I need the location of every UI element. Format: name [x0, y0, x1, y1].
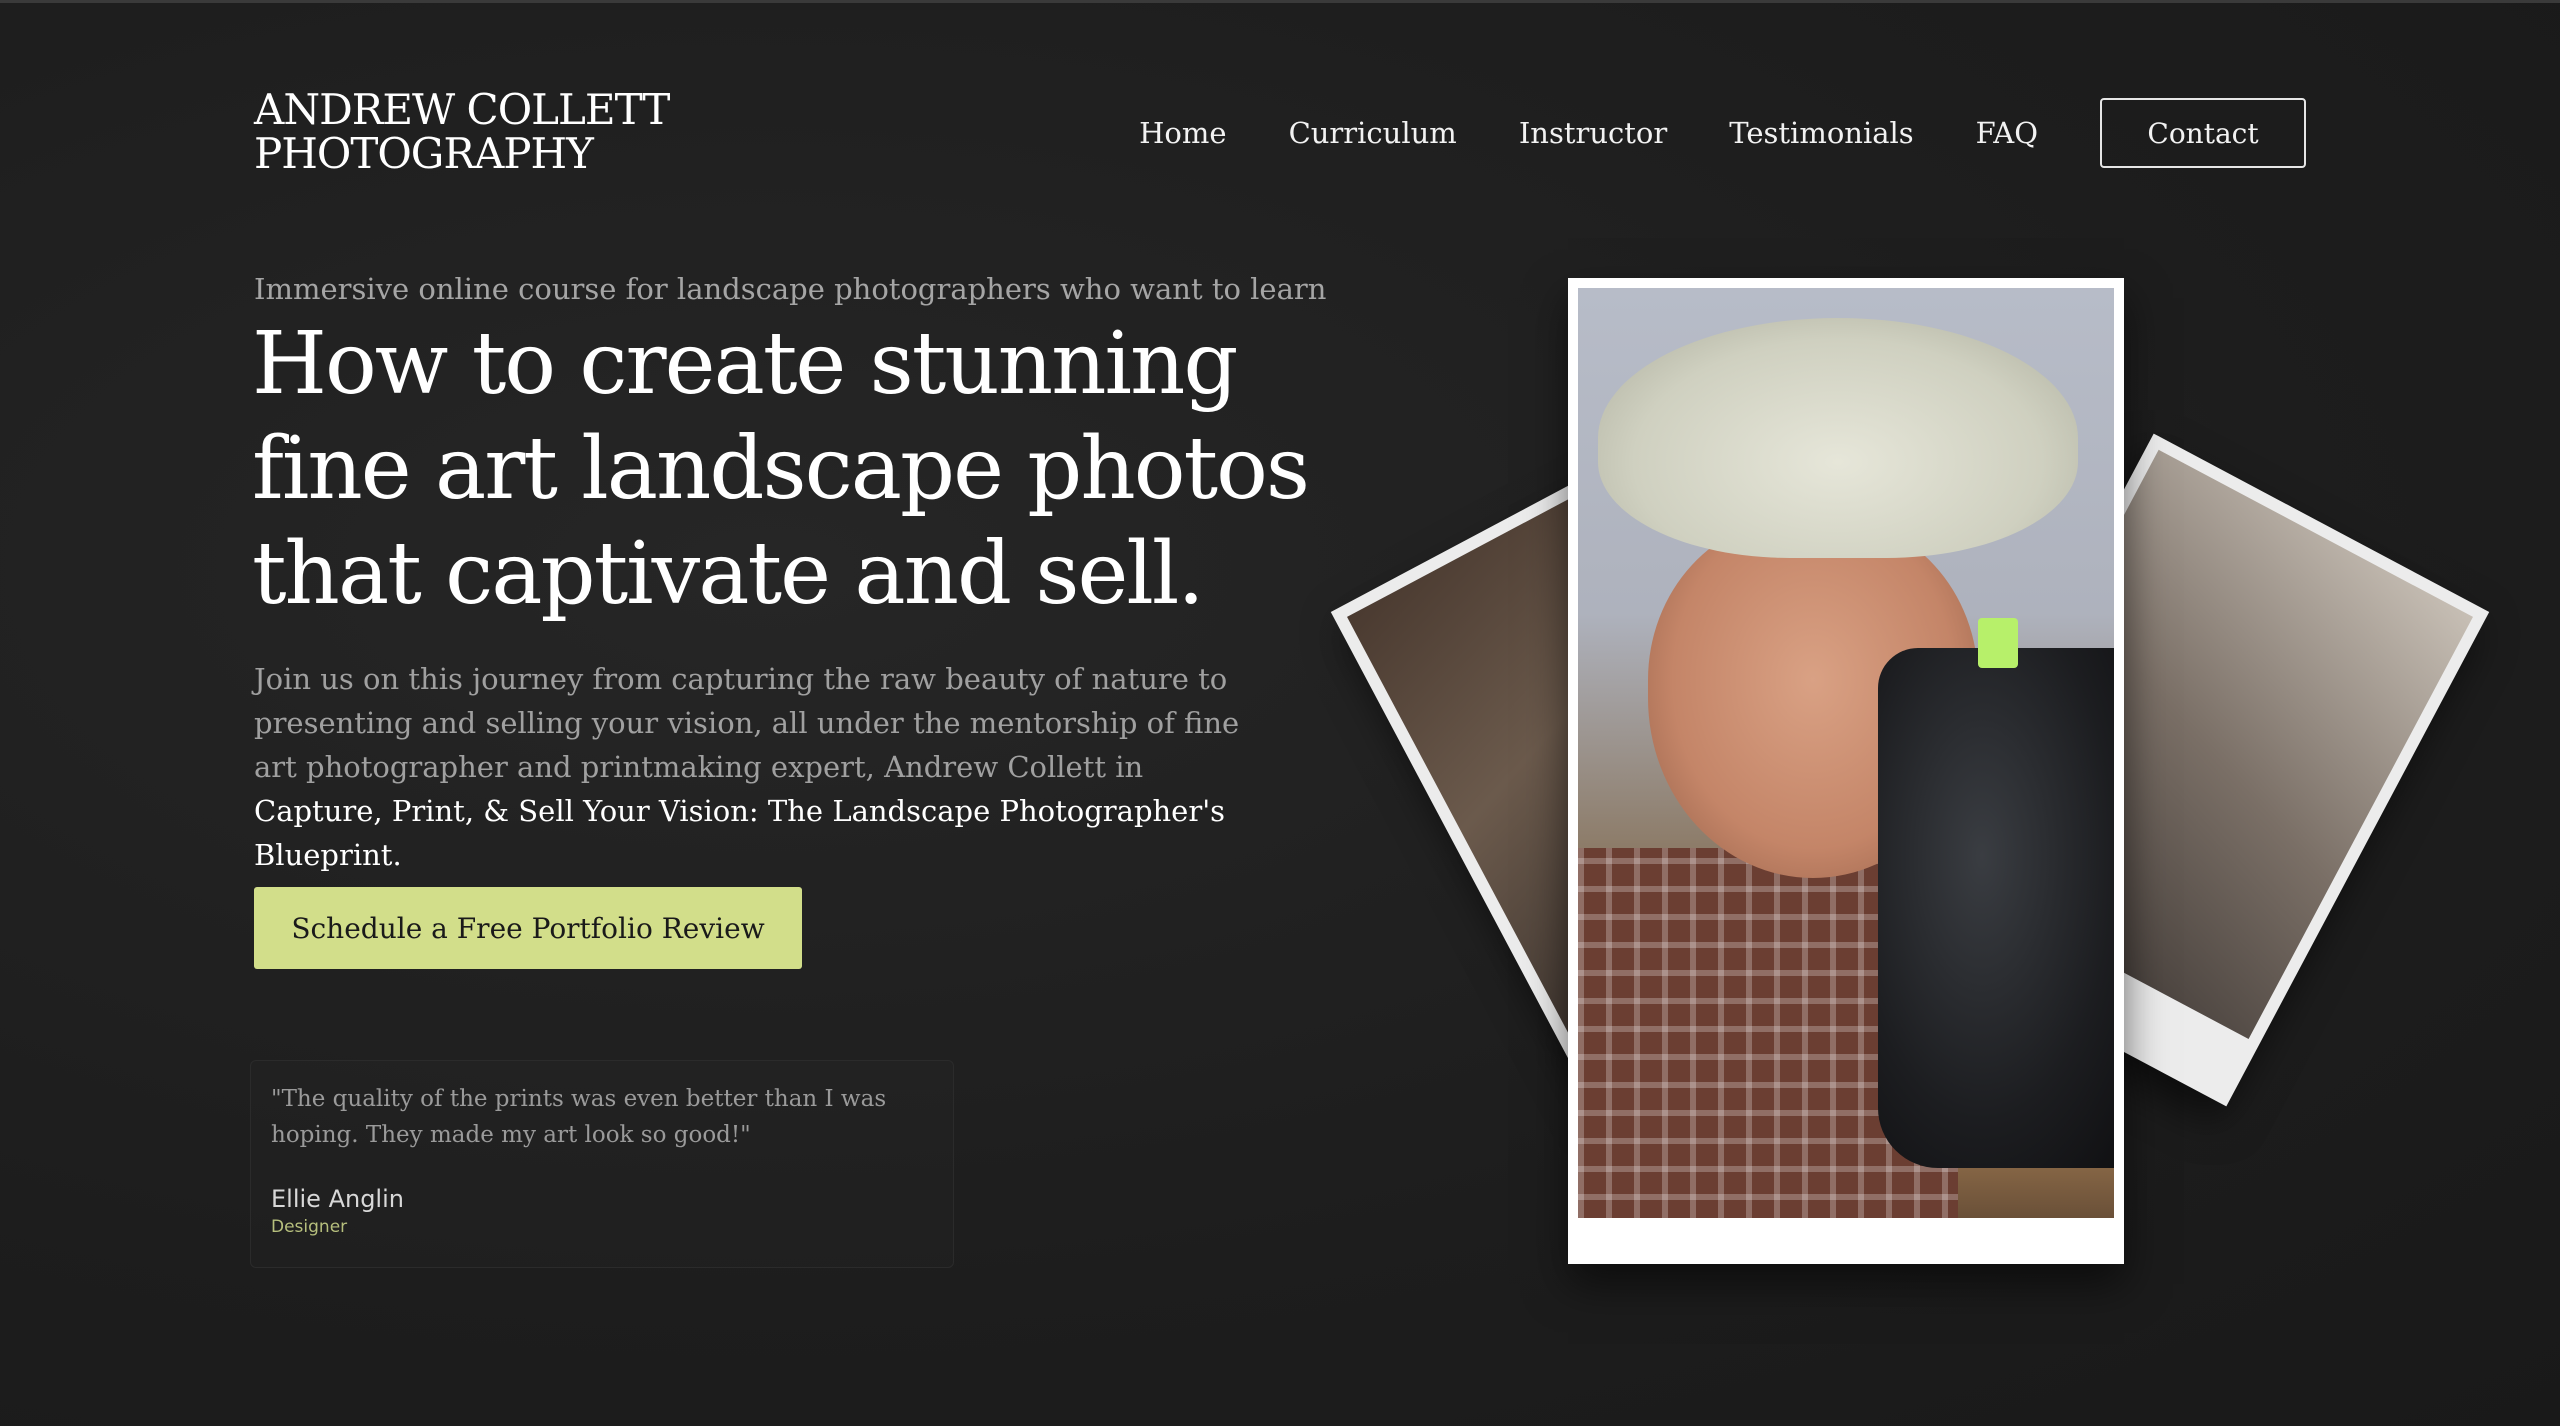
nav-testimonials[interactable]: Testimonials [1729, 116, 1913, 150]
testimonial-card: "The quality of the prints was even bett… [250, 1060, 954, 1268]
hero-kicker: Immersive online course for landscape ph… [254, 272, 1327, 306]
photo-stack [1330, 260, 2490, 1290]
main-nav: Home Curriculum Instructor Testimonials … [1139, 98, 2306, 168]
nav-instructor[interactable]: Instructor [1519, 116, 1667, 150]
hero-intro: Join us on this journey from capturing t… [254, 657, 1254, 877]
course-title: Capture, Print, & Sell Your Vision: The … [254, 794, 1226, 872]
top-border [0, 0, 2560, 3]
instructor-portrait-polaroid [1568, 278, 2124, 1264]
testimonial-author: Ellie Anglin [271, 1185, 404, 1213]
hero-intro-text: Join us on this journey from capturing t… [254, 662, 1240, 784]
nav-curriculum[interactable]: Curriculum [1289, 116, 1457, 150]
testimonial-role: Designer [271, 1217, 348, 1237]
nav-faq[interactable]: FAQ [1976, 116, 2038, 150]
testimonial-quote: "The quality of the prints was even bett… [271, 1086, 887, 1148]
instructor-portrait-image [1578, 288, 2114, 1218]
site-logo[interactable]: ANDREW COLLETT PHOTOGRAPHY [254, 85, 670, 178]
logo-line-1: ANDREW COLLETT [254, 85, 670, 134]
logo-line-2: PHOTOGRAPHY [254, 129, 594, 178]
hero-headline: How to create stunning fine art landscap… [252, 314, 1310, 624]
contact-button[interactable]: Contact [2100, 98, 2306, 168]
nav-home[interactable]: Home [1139, 116, 1226, 150]
schedule-review-button[interactable]: Schedule a Free Portfolio Review [254, 887, 802, 969]
